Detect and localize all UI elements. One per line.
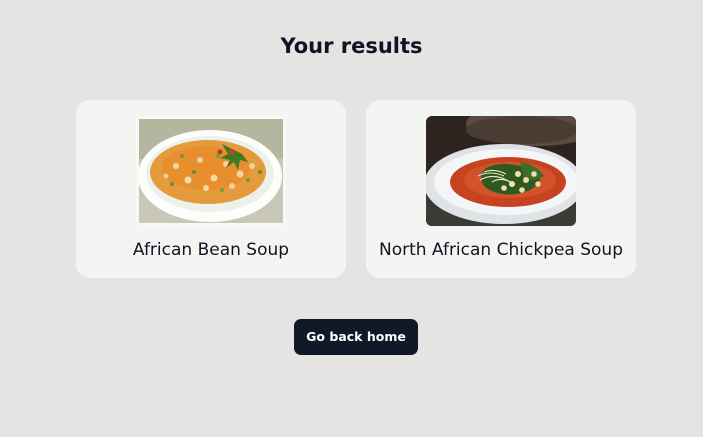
recipe-card-african-bean-soup[interactable]: African Bean Soup	[76, 100, 346, 278]
north-african-chickpea-soup-photo[interactable]	[426, 116, 576, 226]
page-title: Your results	[280, 34, 423, 58]
recipe-title[interactable]: North African Chickpea Soup	[366, 239, 636, 261]
results-grid: African Bean Soup North African Chickpea…	[76, 100, 636, 278]
african-bean-soup-photo[interactable]	[136, 116, 286, 226]
recipe-title[interactable]: African Bean Soup	[76, 239, 346, 261]
recipe-card-north-african-chickpea-soup[interactable]: North African Chickpea Soup	[366, 100, 636, 278]
go-back-home-button[interactable]: Go back home	[294, 319, 418, 355]
